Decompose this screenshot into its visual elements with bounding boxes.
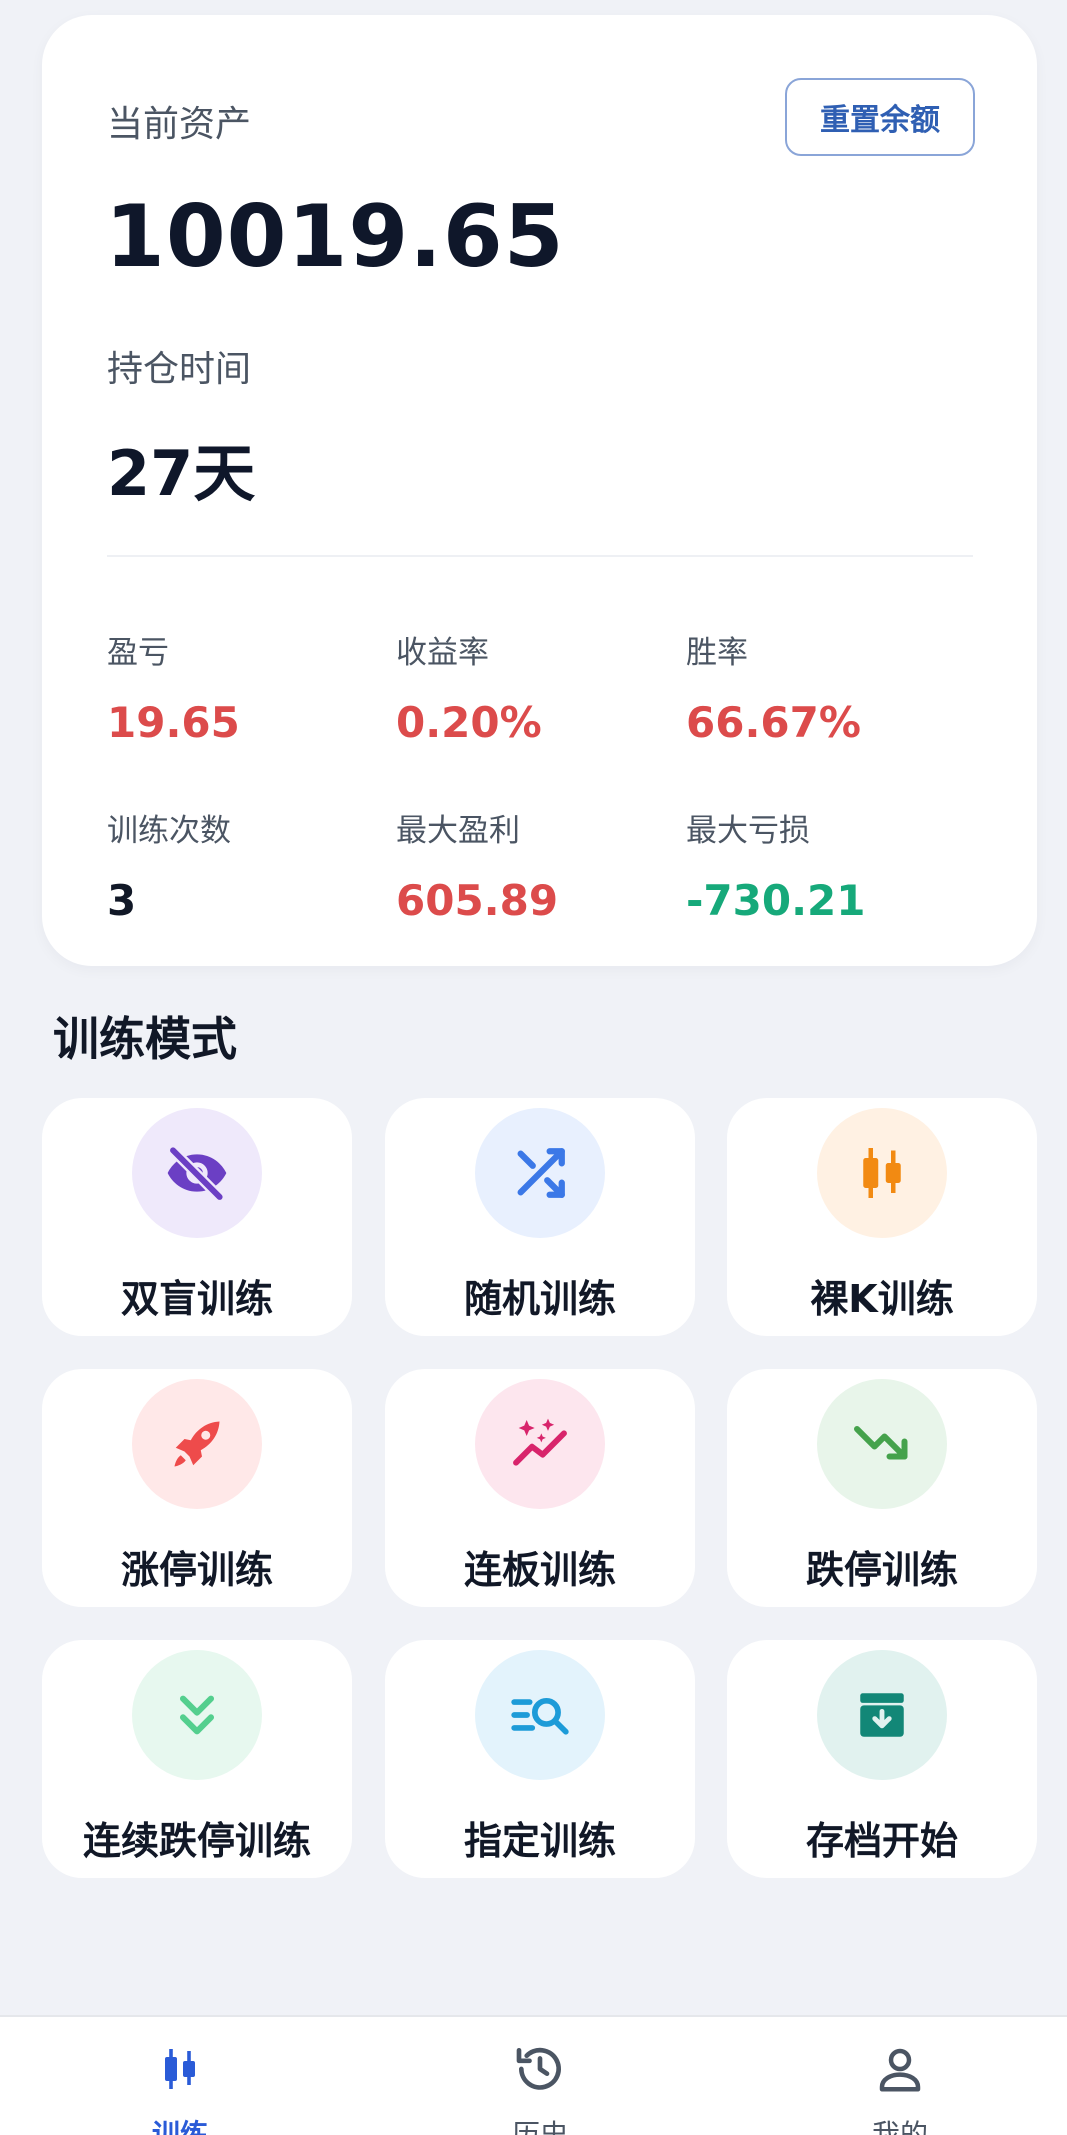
icon-circle bbox=[817, 1650, 947, 1780]
stat-max-profit: 最大盈利 605.89 bbox=[396, 805, 676, 925]
current-asset-value: 10019.65 bbox=[105, 187, 565, 287]
holding-time-value: 27天 bbox=[107, 437, 256, 510]
nav-label: 历史 bbox=[511, 2118, 568, 2135]
list-search-icon bbox=[511, 1697, 569, 1735]
stat-win-rate: 胜率 66.67% bbox=[686, 627, 966, 747]
stat-label: 训练次数 bbox=[107, 813, 231, 849]
nav-tab-mine[interactable]: 我的 bbox=[800, 2017, 1000, 2135]
mode-label: 连板训练 bbox=[463, 1548, 616, 1592]
mode-limit-up[interactable]: 涨停训练 bbox=[42, 1369, 352, 1607]
icon-circle bbox=[817, 1108, 947, 1238]
mode-naked-k[interactable]: 裸K训练 bbox=[727, 1098, 1037, 1336]
nav-icon-wrap bbox=[510, 2039, 570, 2099]
mode-specified[interactable]: 指定训练 bbox=[385, 1640, 695, 1878]
icon-circle bbox=[475, 1108, 605, 1238]
mode-double-blind[interactable]: 双盲训练 bbox=[42, 1098, 352, 1336]
mode-label: 裸K训练 bbox=[810, 1277, 954, 1321]
icon-circle bbox=[132, 1108, 262, 1238]
app-root: 当前资产 重置余额 10019.65 持仓时间 27天 盈亏 19.65 收益率… bbox=[0, 0, 1067, 2135]
mode-start-from-archive[interactable]: 存档开始 bbox=[727, 1640, 1037, 1878]
mode-label: 跌停训练 bbox=[805, 1548, 958, 1592]
sparkle-trend-icon bbox=[513, 1418, 567, 1466]
asset-card: 当前资产 重置余额 10019.65 持仓时间 27天 盈亏 19.65 收益率… bbox=[42, 15, 1037, 966]
stat-value: -730.21 bbox=[686, 876, 866, 925]
stat-max-loss: 最大亏损 -730.21 bbox=[686, 805, 966, 925]
mode-random[interactable]: 随机训练 bbox=[385, 1098, 695, 1336]
card-divider bbox=[107, 555, 973, 557]
reset-balance-button[interactable]: 重置余额 bbox=[785, 78, 975, 156]
stat-training-count: 训练次数 3 bbox=[107, 805, 387, 925]
icon-circle bbox=[475, 1379, 605, 1509]
stat-value: 19.65 bbox=[107, 698, 240, 747]
trending-down-icon bbox=[854, 1426, 908, 1460]
eye-slash-icon bbox=[167, 1145, 227, 1203]
icon-circle bbox=[475, 1650, 605, 1780]
current-asset-label: 当前资产 bbox=[107, 104, 252, 145]
mode-label: 涨停训练 bbox=[120, 1548, 273, 1592]
history-icon bbox=[516, 2047, 561, 2090]
nav-icon-wrap bbox=[870, 2039, 930, 2099]
mode-consecutive-board[interactable]: 连板训练 bbox=[385, 1369, 695, 1607]
archive-icon bbox=[860, 1693, 904, 1737]
stat-value: 66.67% bbox=[686, 698, 861, 747]
mode-label: 双盲训练 bbox=[120, 1277, 273, 1321]
icon-circle bbox=[132, 1650, 262, 1780]
icon-circle bbox=[132, 1379, 262, 1509]
stat-value: 3 bbox=[107, 876, 137, 925]
stat-label: 最大盈利 bbox=[396, 813, 520, 849]
bottom-nav: 训练 历史 我的 bbox=[0, 2015, 1067, 2135]
stat-label: 最大亏损 bbox=[686, 813, 810, 849]
training-mode-title: 训练模式 bbox=[53, 1012, 237, 1066]
nav-label: 我的 bbox=[871, 2118, 928, 2135]
icon-circle bbox=[817, 1379, 947, 1509]
mode-label: 存档开始 bbox=[805, 1819, 958, 1863]
stat-label: 胜率 bbox=[686, 635, 748, 671]
holding-time-label: 持仓时间 bbox=[107, 349, 252, 390]
stat-label: 收益率 bbox=[396, 635, 489, 671]
mode-label: 随机训练 bbox=[463, 1277, 616, 1321]
person-icon bbox=[879, 2048, 921, 2092]
stat-return-rate: 收益率 0.20% bbox=[396, 627, 676, 747]
stat-value: 605.89 bbox=[396, 876, 559, 925]
stat-value: 0.20% bbox=[396, 698, 542, 747]
candlestick-icon bbox=[165, 2049, 195, 2089]
stat-profit-loss: 盈亏 19.65 bbox=[107, 627, 387, 747]
nav-tab-history[interactable]: 历史 bbox=[440, 2017, 640, 2135]
shuffle-icon bbox=[517, 1148, 565, 1198]
double-chevron-down-icon bbox=[179, 1695, 215, 1735]
mode-label: 连续跌停训练 bbox=[82, 1819, 311, 1863]
stat-label: 盈亏 bbox=[107, 635, 169, 671]
mode-label: 指定训练 bbox=[463, 1819, 616, 1863]
mode-limit-down[interactable]: 跌停训练 bbox=[727, 1369, 1037, 1607]
nav-label: 训练 bbox=[151, 2118, 208, 2135]
rocket-icon bbox=[174, 1421, 220, 1467]
nav-icon-wrap bbox=[150, 2039, 210, 2099]
candlestick-icon bbox=[863, 1148, 901, 1198]
mode-consecutive-limit-down[interactable]: 连续跌停训练 bbox=[42, 1640, 352, 1878]
nav-tab-training[interactable]: 训练 bbox=[80, 2017, 280, 2135]
